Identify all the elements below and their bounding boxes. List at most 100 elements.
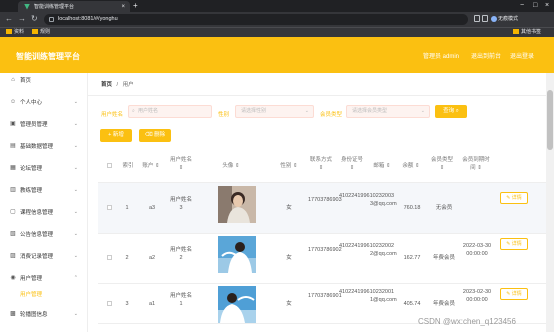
chevron-down-icon: ⌄ xyxy=(73,253,78,259)
coach-icon: ▥ xyxy=(10,187,16,193)
sort-icon: ⇕ xyxy=(439,165,445,171)
th-avatar[interactable]: 头像 ⇕ xyxy=(216,162,246,170)
th-phone[interactable]: 联系方式 ⇕ xyxy=(308,156,334,172)
breadcrumb-home[interactable]: 首页 xyxy=(101,82,112,88)
sidebar-item-admin[interactable]: ▣ 管理员管理 ⌄ xyxy=(0,113,88,135)
page-info-icon[interactable] xyxy=(49,17,54,22)
app-brand: 智能训练管理平台 xyxy=(16,52,80,61)
detail-button[interactable]: ✎ 详情 xyxy=(500,192,528,204)
cell-member: 年费会员 xyxy=(432,301,455,307)
back-icon[interactable]: ← xyxy=(5,14,13,24)
cell-expire: 2022-03-30 00:00:00 xyxy=(462,243,492,257)
sidebar-subitem-users[interactable]: 用户管理 xyxy=(0,283,88,305)
th-expire[interactable]: 会员到期时间 ⇕ xyxy=(460,156,492,172)
th-balance[interactable]: 余额 ⇕ xyxy=(400,162,422,170)
scrollbar-thumb[interactable] xyxy=(547,90,553,150)
incognito-icon xyxy=(491,16,497,22)
chevron-down-icon: ⌄ xyxy=(73,121,78,127)
sidebar-item-course[interactable]: ▢ 课程信息管理 ⌄ xyxy=(0,201,88,223)
minimize-icon[interactable]: − xyxy=(520,1,524,11)
th-index: 索引 xyxy=(122,163,134,169)
cell-idcard: 410224199610232002 xyxy=(339,243,395,249)
cell-phone: 17703786901 xyxy=(308,293,342,299)
select-all-checkbox[interactable] xyxy=(107,163,112,168)
cell-gender: 女 xyxy=(286,301,292,307)
sidebar-item-basic-data[interactable]: ▤ 基础数据管理 ⌄ xyxy=(0,135,88,157)
row-checkbox[interactable] xyxy=(107,301,112,306)
cell-phone: 17703786902 xyxy=(308,247,342,253)
sidebar-item-home[interactable]: ⌂ 首页 xyxy=(0,69,88,91)
edit-icon: ✎ xyxy=(506,291,511,297)
chevron-down-icon: ⌄ xyxy=(73,209,78,215)
delete-button[interactable]: ⌫ 删除 xyxy=(139,129,171,142)
detail-button[interactable]: ✎ 详情 xyxy=(500,238,528,250)
sort-icon: ⇕ xyxy=(477,165,482,171)
notice-icon: ▧ xyxy=(10,231,16,237)
bookmarks-bar xyxy=(0,27,554,37)
sidebar-item-forum[interactable]: ▦ 论坛管理 ⌄ xyxy=(0,157,88,179)
table-row[interactable]: 1 a3 用户姓名3 女 17703786903 410224199610232… xyxy=(98,183,546,234)
sidebar-item-consume[interactable]: ▨ 消费记录管理 ⌄ xyxy=(0,245,88,267)
window-close-icon[interactable]: × xyxy=(545,1,549,11)
divider xyxy=(88,95,554,96)
profile-label[interactable]: 无痕模式 xyxy=(498,14,518,25)
cell-idcard: 410224199610232001 xyxy=(339,289,395,295)
th-member[interactable]: 会员类型 ⇕ xyxy=(428,156,456,172)
search-icon: ⌕ xyxy=(132,108,135,114)
sort-icon: ⇕ xyxy=(414,163,420,169)
sidebar-item-profile[interactable]: ☺ 个人中心 ⌄ xyxy=(0,91,88,113)
cell-account: a2 xyxy=(148,255,156,261)
chevron-down-icon: ⌄ xyxy=(304,108,309,114)
sidebar-item-coach[interactable]: ▥ 教练管理 ⌄ xyxy=(0,179,88,201)
edit-icon: ✎ xyxy=(506,195,511,201)
forward-icon[interactable]: → xyxy=(18,14,26,24)
row-checkbox[interactable] xyxy=(107,255,112,260)
url-input[interactable]: localhost:8081/#/yonghu xyxy=(44,14,468,25)
admin-user-label: 管理员 admin xyxy=(423,54,460,60)
admin-icon: ▣ xyxy=(10,121,16,127)
gender-select[interactable]: 请选择性别 ⌄ xyxy=(235,105,314,118)
reload-icon[interactable]: ↻ xyxy=(31,14,38,24)
chevron-up-icon: ⌃ xyxy=(73,275,78,281)
browser-tab[interactable]: 智能训练管理平台 × xyxy=(18,1,130,12)
maximize-icon[interactable]: □ xyxy=(533,1,537,11)
th-name[interactable]: 用户姓名 ⇕ xyxy=(168,156,194,172)
gender-filter-label: 性别 xyxy=(218,112,230,118)
th-account[interactable]: 账户 ⇕ xyxy=(140,162,162,170)
th-idcard[interactable]: 身份证号 ⇕ xyxy=(339,156,365,172)
cell-index: 3 xyxy=(125,301,129,307)
query-button[interactable]: 查询 ⌕ xyxy=(435,105,467,118)
member-select[interactable]: 请选择会员类型 ⌄ xyxy=(346,105,430,118)
member-filter-label: 会员类型 xyxy=(320,112,343,118)
other-bookmarks[interactable]: 其他书签 xyxy=(513,28,541,37)
close-tab-icon[interactable]: × xyxy=(121,4,125,10)
add-button[interactable]: + 新增 xyxy=(100,129,132,142)
sidebar-item-carousel[interactable]: ▩ 轮播图信息 ⌄ xyxy=(0,303,88,325)
edit-icon: ✎ xyxy=(506,241,511,247)
breadcrumb: 首页 / 用户 xyxy=(101,80,134,88)
logout-link[interactable]: 退出登录 xyxy=(510,51,534,60)
home-icon: ⌂ xyxy=(11,77,15,83)
row-checkbox[interactable] xyxy=(107,205,112,210)
bookmark-folder-2[interactable]: 规则 xyxy=(32,28,50,37)
cell-gender: 女 xyxy=(286,255,292,261)
chevron-down-icon: ⌄ xyxy=(420,108,425,114)
breadcrumb-current: 用户 xyxy=(122,82,134,88)
table-header: 索引 账户 ⇕ 用户姓名 ⇕ 头像 ⇕ 性别 ⇕ 联系方式 ⇕ 身份证号 ⇕ 邮… xyxy=(98,150,546,183)
cell-gender: 女 xyxy=(286,205,292,211)
name-filter-input[interactable]: 用户姓名 xyxy=(128,105,212,118)
table-row[interactable]: 2 a2 用户姓名2 女 17703786902 410224199610232… xyxy=(98,233,546,284)
th-gender[interactable]: 性别 ⇕ xyxy=(278,162,300,170)
new-tab-icon[interactable]: + xyxy=(133,1,138,11)
course-icon: ▢ xyxy=(10,209,16,215)
cell-index: 1 xyxy=(125,205,129,211)
sidebar-item-notice[interactable]: ▧ 公告信息管理 ⌄ xyxy=(0,223,88,245)
th-email[interactable]: 邮箱 ⇕ xyxy=(370,162,394,170)
bookmark-folder-1[interactable]: 资料 xyxy=(6,28,24,37)
avatar-image xyxy=(218,286,256,323)
detail-button[interactable]: ✎ 详情 xyxy=(500,288,528,300)
sort-icon: ⇕ xyxy=(178,165,184,171)
extensions-icon[interactable] xyxy=(474,15,480,22)
sidepanel-icon[interactable] xyxy=(482,15,488,22)
exit-front-link[interactable]: 退出到前台 xyxy=(471,51,501,60)
